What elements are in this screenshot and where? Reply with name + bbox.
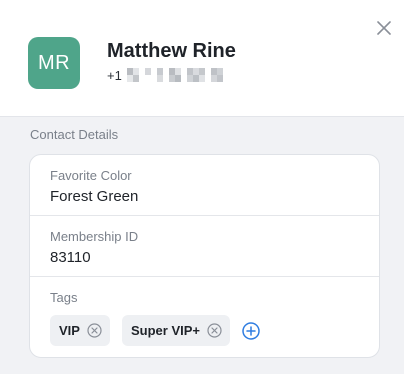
field-value: Forest Green — [50, 188, 139, 205]
close-button[interactable] — [376, 20, 392, 36]
tag-chip: VIP — [50, 315, 110, 346]
redacted-phone-digits — [126, 68, 223, 82]
remove-tag-button[interactable] — [87, 323, 102, 338]
field-tags: Tags VIP Super VIP+ — [30, 277, 379, 357]
contact-details-card: Favorite Color Forest Green Membership I… — [29, 154, 380, 358]
circle-x-icon — [207, 323, 222, 338]
add-tag-button[interactable] — [242, 322, 260, 340]
avatar: MR — [28, 37, 80, 89]
tag-label: Super VIP+ — [131, 323, 200, 338]
field-label: Favorite Color — [50, 168, 132, 183]
contact-phone: +1 — [107, 67, 227, 83]
phone-prefix: +1 — [107, 67, 122, 83]
tag-chip: Super VIP+ — [122, 315, 230, 346]
circle-x-icon — [87, 323, 102, 338]
field-value: 83110 — [50, 249, 91, 266]
tag-label: VIP — [59, 323, 80, 338]
field-label: Membership ID — [50, 229, 139, 244]
field-membership-id[interactable]: Membership ID 83110 — [30, 216, 379, 277]
contact-name: Matthew Rine — [107, 40, 236, 62]
field-label: Tags — [50, 290, 78, 305]
contact-header: MR Matthew Rine +1 — [0, 0, 404, 117]
remove-tag-button[interactable] — [207, 323, 222, 338]
section-title: Contact Details — [30, 127, 119, 142]
plus-circle-icon — [242, 322, 260, 340]
field-favorite-color[interactable]: Favorite Color Forest Green — [30, 155, 379, 216]
close-icon — [377, 21, 391, 35]
